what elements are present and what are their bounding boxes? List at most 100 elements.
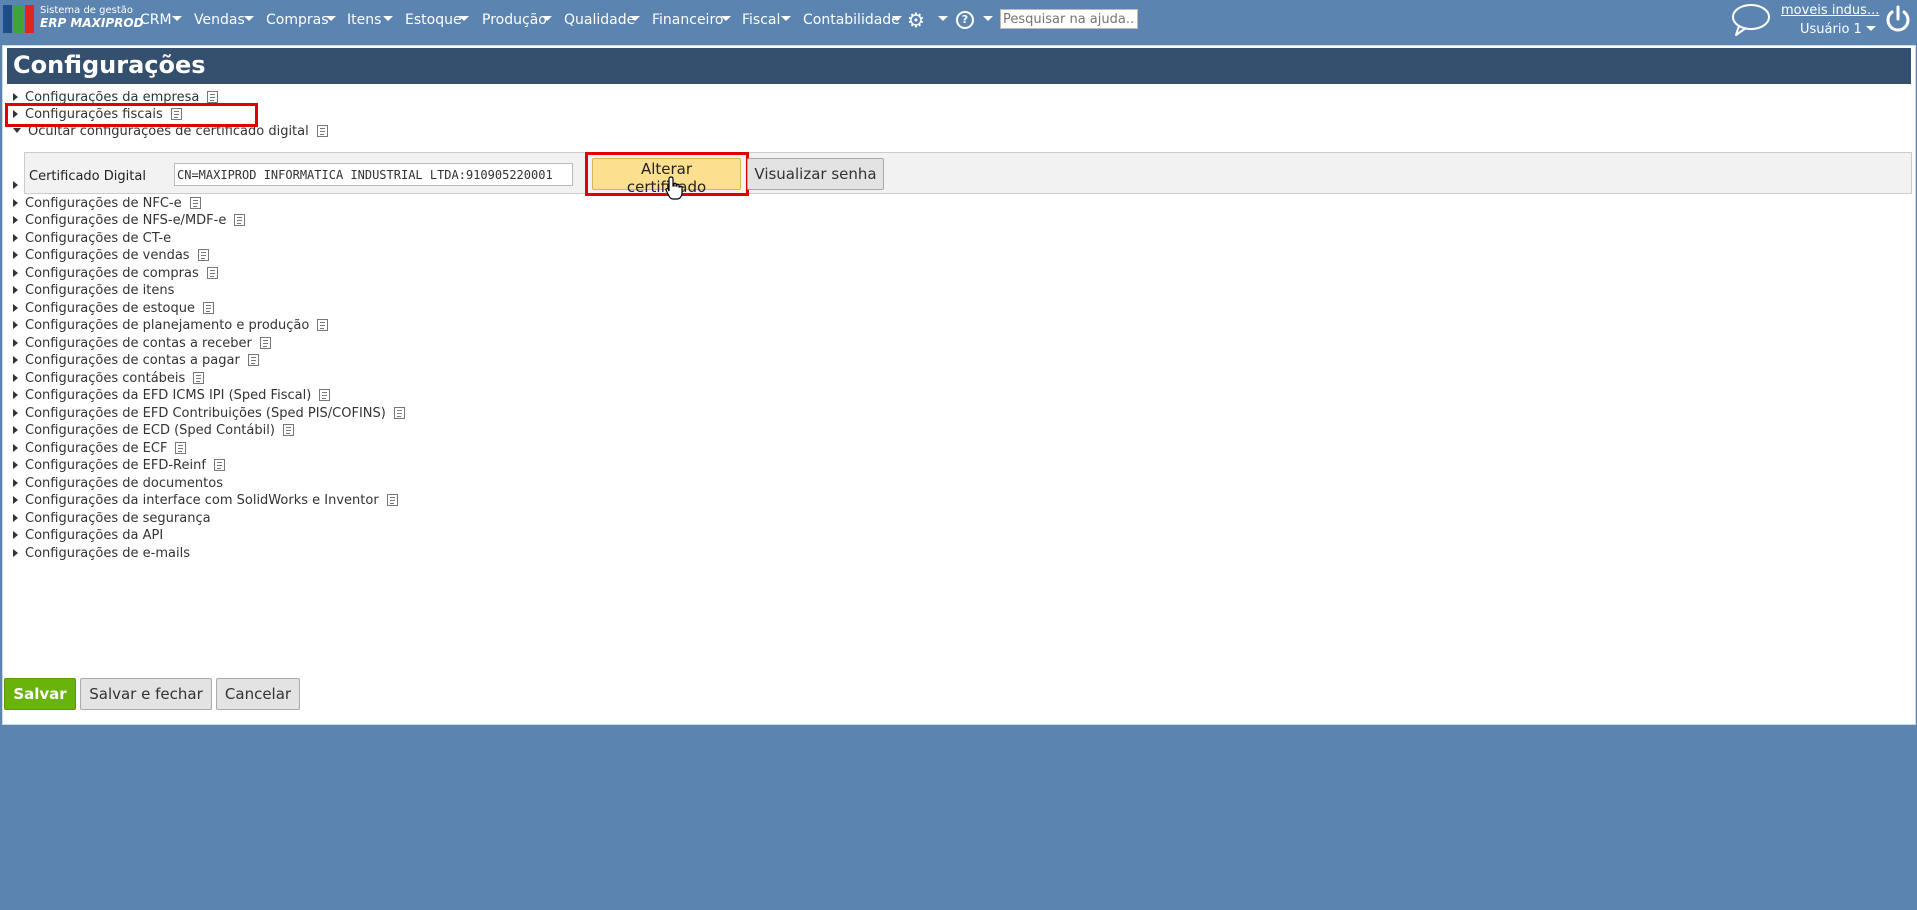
help-search-input[interactable]	[1000, 9, 1138, 29]
document-icon[interactable]	[213, 458, 225, 471]
settings-section-row[interactable]: Configurações de EFD-Reinf	[13, 457, 225, 475]
collapsed-triangle-icon[interactable]	[13, 443, 18, 452]
collapsed-triangle-icon[interactable]	[13, 338, 18, 347]
settings-section-row[interactable]: Configurações de segurança	[13, 510, 211, 528]
collapsed-triangle-icon[interactable]	[13, 495, 18, 504]
help-icon[interactable]: ?	[956, 11, 974, 29]
erp-logo-icon[interactable]	[3, 5, 34, 33]
settings-section-row[interactable]: Configurações de itens	[13, 282, 174, 300]
cancel-button[interactable]: Cancelar	[216, 678, 300, 710]
settings-section-row[interactable]: Configurações da interface com SolidWork…	[13, 492, 398, 510]
document-icon[interactable]	[206, 266, 218, 279]
settings-section-row[interactable]: Configurações contábeis	[13, 370, 205, 388]
settings-section-label[interactable]: Configurações de EFD-Reinf	[25, 458, 206, 473]
chevron-down-icon[interactable]	[781, 16, 791, 21]
settings-section-row[interactable]: Configurações de vendas	[13, 247, 209, 265]
settings-section-row[interactable]: Configurações de EFD Contribuições (Sped…	[13, 405, 405, 423]
chevron-down-icon[interactable]	[630, 16, 640, 21]
save-button[interactable]: Salvar	[4, 678, 76, 710]
settings-section-label[interactable]: Configurações de documentos	[25, 476, 223, 491]
collapsed-triangle-icon[interactable]	[13, 320, 18, 329]
collapsed-triangle-icon[interactable]	[13, 390, 18, 399]
gear-icon[interactable]: ⚙	[907, 10, 927, 30]
collapsed-triangle-icon[interactable]	[13, 250, 18, 259]
collapsed-triangle-icon[interactable]	[13, 460, 18, 469]
collapsed-triangle-icon[interactable]	[13, 530, 18, 539]
menu-crm[interactable]: CRM	[140, 10, 172, 30]
collapsed-triangle-icon[interactable]	[13, 198, 18, 207]
settings-section-row[interactable]: Configurações de e-mails	[13, 545, 190, 563]
power-icon[interactable]	[1883, 4, 1913, 34]
document-icon[interactable]	[193, 371, 205, 384]
document-icon[interactable]	[202, 301, 214, 314]
menu-producao[interactable]: Produção	[482, 10, 547, 30]
document-icon[interactable]	[189, 196, 201, 209]
settings-section-label[interactable]: Configurações de NFC-e	[25, 196, 182, 211]
document-icon[interactable]	[316, 124, 328, 137]
chevron-down-icon[interactable]	[172, 16, 182, 21]
settings-section-row[interactable]: Configurações de documentos	[13, 475, 223, 493]
document-icon[interactable]	[247, 353, 259, 366]
menu-itens[interactable]: Itens	[347, 10, 381, 30]
chat-icon[interactable]	[1731, 2, 1771, 38]
menu-vendas[interactable]: Vendas	[194, 10, 245, 30]
settings-section-label[interactable]: Configurações de contas a pagar	[25, 353, 240, 368]
document-icon[interactable]	[259, 336, 271, 349]
settings-section-label[interactable]: Configurações de estoque	[25, 301, 195, 316]
collapsed-triangle-icon[interactable]	[13, 268, 18, 277]
settings-section-label[interactable]: Configurações de e-mails	[25, 546, 190, 561]
settings-section-label[interactable]: Configurações de EFD Contribuições (Sped…	[25, 406, 386, 421]
document-icon[interactable]	[282, 423, 294, 436]
collapsed-triangle-icon[interactable]	[13, 373, 18, 382]
chevron-down-icon[interactable]	[326, 16, 336, 21]
settings-section-row[interactable]: Configurações de CT-e	[13, 230, 171, 248]
view-password-button[interactable]: Visualizar senha	[747, 158, 884, 190]
settings-section-label[interactable]: Configurações de segurança	[25, 511, 211, 526]
settings-section-row[interactable]: Configurações de estoque	[13, 300, 214, 318]
settings-section-label[interactable]: Configurações de compras	[25, 266, 199, 281]
collapsed-triangle-icon[interactable]	[13, 548, 18, 557]
chevron-down-icon[interactable]	[892, 16, 902, 21]
collapsed-triangle-icon[interactable]	[13, 215, 18, 224]
collapsed-triangle-icon[interactable]	[13, 355, 18, 364]
document-icon[interactable]	[317, 318, 329, 331]
menu-contabilidade[interactable]: Contabilidade	[803, 10, 900, 30]
collapsed-triangle-icon[interactable]	[13, 180, 18, 189]
document-icon[interactable]	[386, 493, 398, 506]
document-icon[interactable]	[393, 406, 405, 419]
document-icon[interactable]	[234, 213, 246, 226]
menu-fiscal[interactable]: Fiscal	[742, 10, 780, 30]
settings-section-row[interactable]: Configurações de ECF	[13, 440, 187, 458]
collapsed-triangle-icon[interactable]	[13, 478, 18, 487]
collapsed-triangle-icon[interactable]	[13, 285, 18, 294]
settings-section-row[interactable]: Configurações da EFD ICMS IPI (Sped Fisc…	[13, 387, 331, 405]
settings-section-label[interactable]: Configurações de CT-e	[25, 231, 171, 246]
certificate-field[interactable]	[174, 163, 573, 186]
menu-compras[interactable]: Compras	[266, 10, 329, 30]
settings-section-label[interactable]: Configurações de ECF	[25, 441, 167, 456]
settings-section-label[interactable]: Configurações de itens	[25, 283, 174, 298]
settings-section-label[interactable]: Configurações de NFS-e/MDF-e	[25, 213, 226, 228]
settings-section-row[interactable]: Configurações de contas a pagar	[13, 352, 259, 370]
collapsed-triangle-icon[interactable]	[13, 233, 18, 242]
chevron-down-icon[interactable]	[983, 16, 993, 21]
settings-section-label[interactable]: Configurações de vendas	[25, 248, 190, 263]
settings-section-label[interactable]: Configurações de planejamento e produção	[25, 318, 309, 333]
chevron-down-icon[interactable]	[542, 16, 552, 21]
settings-section-row[interactable]: Configurações de NFC-e	[13, 195, 201, 213]
settings-section-row[interactable]: Configurações de NFS-e/MDF-e	[13, 212, 246, 230]
document-icon[interactable]	[175, 441, 187, 454]
settings-section-label[interactable]: Configurações de ECD (Sped Contábil)	[25, 423, 275, 438]
brand[interactable]: Sistema de gestão ERP MAXIPROD	[40, 4, 144, 30]
chevron-down-icon[interactable]	[721, 16, 731, 21]
settings-section-label[interactable]: Configurações da API	[25, 528, 163, 543]
document-icon[interactable]	[197, 248, 209, 261]
settings-section-row[interactable]: Configurações de planejamento e produção	[13, 317, 329, 335]
expanded-triangle-icon[interactable]	[13, 128, 21, 133]
settings-section-label[interactable]: Configurações da EFD ICMS IPI (Sped Fisc…	[25, 388, 311, 403]
settings-section-row[interactable]: Configurações de ECD (Sped Contábil)	[13, 422, 294, 440]
collapsed-triangle-icon[interactable]	[13, 303, 18, 312]
document-icon[interactable]	[207, 90, 219, 103]
user-menu[interactable]: Usuário 1	[1800, 22, 1862, 37]
chevron-down-icon[interactable]	[938, 16, 948, 21]
